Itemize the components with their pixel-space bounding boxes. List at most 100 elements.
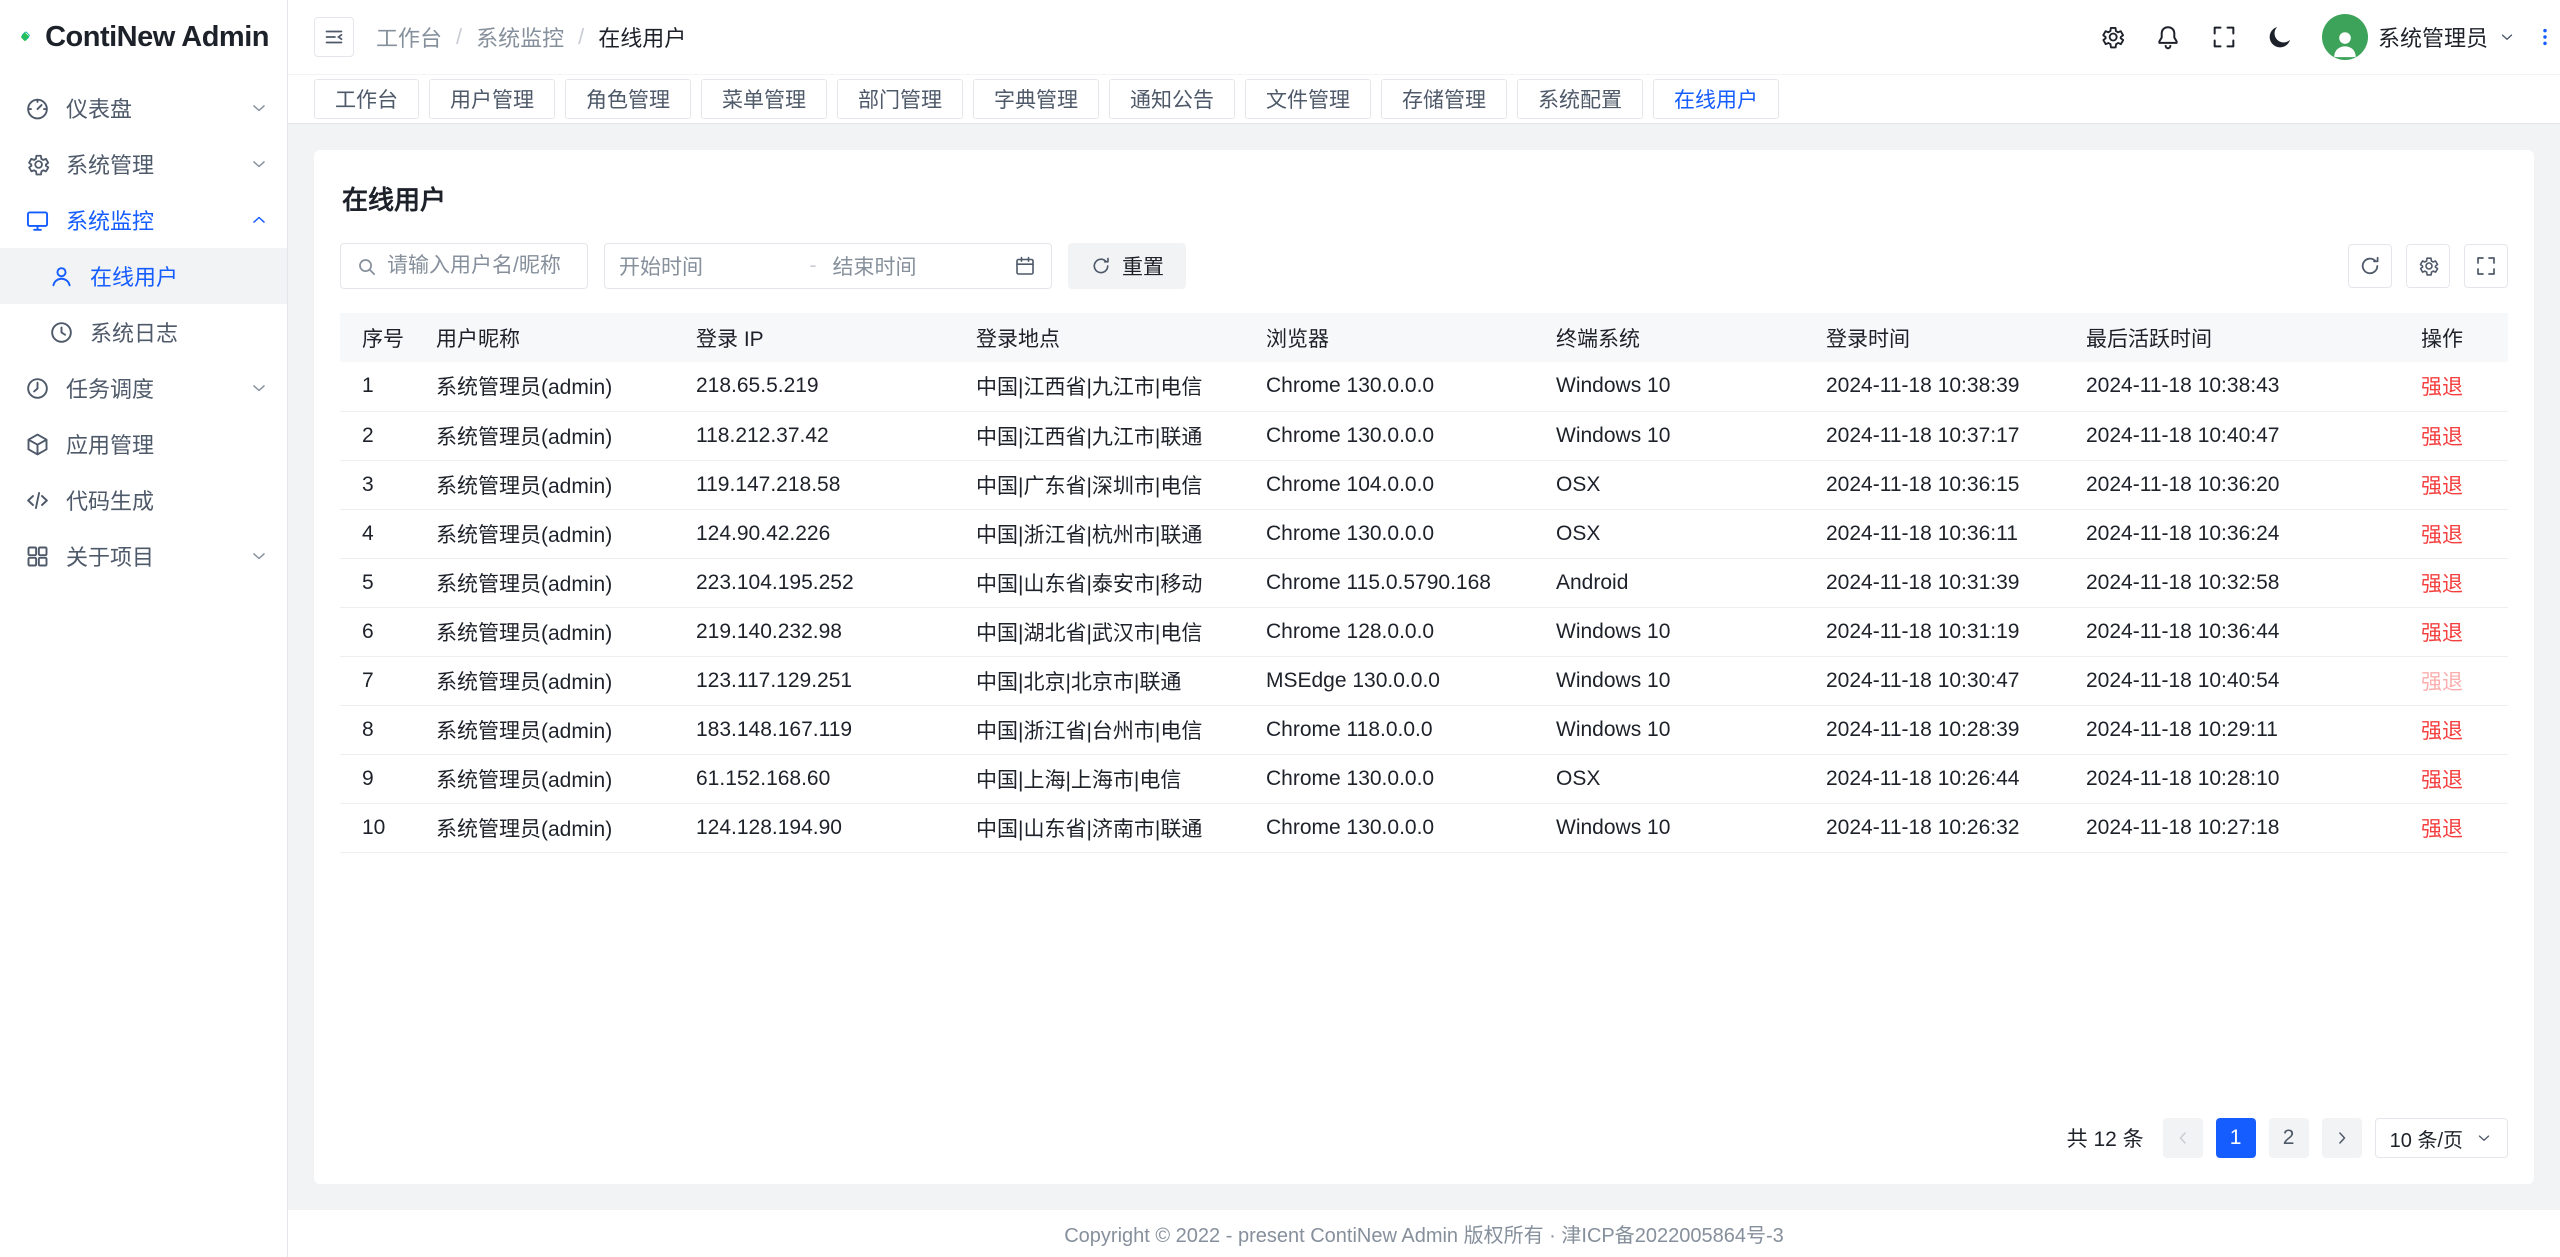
gear-icon[interactable] xyxy=(2098,23,2126,51)
cell-index: 10 xyxy=(340,803,420,852)
refresh-table-button[interactable] xyxy=(2348,244,2392,288)
prev-page-button[interactable] xyxy=(2163,1118,2203,1158)
sidebar-item-app-management[interactable]: 应用管理 xyxy=(0,416,287,472)
force-logout-link[interactable]: 强退 xyxy=(2421,426,2463,449)
more-vertical-icon[interactable] xyxy=(2534,24,2556,50)
cell-location: 中国|山东省|济南市|联通 xyxy=(960,803,1250,852)
cell-nickname: 系统管理员(admin) xyxy=(420,607,680,656)
sidebar-item-system-management[interactable]: 系统管理 xyxy=(0,136,287,192)
user-icon xyxy=(48,263,75,290)
force-logout-link[interactable]: 强退 xyxy=(2421,720,2463,743)
table-body: 1系统管理员(admin)218.65.5.219中国|江西省|九江市|电信Ch… xyxy=(340,362,2508,852)
table-row: 4系统管理员(admin)124.90.42.226中国|浙江省|杭州市|联通C… xyxy=(340,509,2508,558)
table-row: 8系统管理员(admin)183.148.167.119中国|浙江省|台州市|电… xyxy=(340,705,2508,754)
person-icon xyxy=(2328,26,2362,60)
tab-4[interactable]: 菜单管理 xyxy=(701,79,827,119)
user-menu[interactable]: 系统管理员 xyxy=(2322,14,2516,60)
cell-last_active: 2024-11-18 10:36:44 xyxy=(2070,607,2405,656)
cell-login_time: 2024-11-18 10:31:19 xyxy=(1810,607,2070,656)
next-page-button[interactable] xyxy=(2322,1118,2362,1158)
force-logout-link[interactable]: 强退 xyxy=(2421,818,2463,841)
sidebar-item-system-logs[interactable]: 系统日志 xyxy=(0,304,287,360)
breadcrumb-separator: / xyxy=(578,24,584,50)
content: 在线用户 开始时间 - 结束时间 重置 xyxy=(288,124,2560,1210)
cell-last_active: 2024-11-18 10:36:20 xyxy=(2070,460,2405,509)
grid-icon xyxy=(24,543,51,570)
date-separator: - xyxy=(800,254,827,278)
tab-9[interactable]: 存储管理 xyxy=(1381,79,1507,119)
cell-os: OSX xyxy=(1540,754,1810,803)
force-logout-link[interactable]: 强退 xyxy=(2421,622,2463,645)
table-row: 2系统管理员(admin)118.212.37.42中国|江西省|九江市|联通C… xyxy=(340,411,2508,460)
cell-location: 中国|上海|上海市|电信 xyxy=(960,754,1250,803)
tab-11[interactable]: 在线用户 xyxy=(1653,79,1779,119)
sidebar-item-dashboard[interactable]: 仪表盘 xyxy=(0,80,287,136)
expand-table-button[interactable] xyxy=(2464,244,2508,288)
page-number-buttons: 12 xyxy=(2216,1118,2309,1158)
tab-2[interactable]: 用户管理 xyxy=(429,79,555,119)
pagination: 共 12 条 12 10 条/页 xyxy=(340,1098,2508,1158)
main-area: 工作台 / 系统监控 / 在线用户 系统管理员 xyxy=(288,0,2560,1257)
monitor-icon xyxy=(24,207,51,234)
cell-os: Windows 10 xyxy=(1540,656,1810,705)
sidebar-item-code-generation[interactable]: 代码生成 xyxy=(0,472,287,528)
tab-8[interactable]: 文件管理 xyxy=(1245,79,1371,119)
chevron-left-icon xyxy=(2173,1128,2193,1148)
sidebar-item-about-project[interactable]: 关于项目 xyxy=(0,528,287,584)
page-button-1[interactable]: 1 xyxy=(2216,1118,2256,1158)
date-start-placeholder: 开始时间 xyxy=(619,251,800,281)
cell-browser: Chrome 130.0.0.0 xyxy=(1250,803,1540,852)
column-header: 终端系统 xyxy=(1540,313,1810,362)
cell-browser: MSEdge 130.0.0.0 xyxy=(1250,656,1540,705)
date-range-picker[interactable]: 开始时间 - 结束时间 xyxy=(604,243,1052,289)
chevron-down-icon xyxy=(2475,1129,2493,1147)
tab-5[interactable]: 部门管理 xyxy=(837,79,963,119)
app-window: ContiNew Admin 仪表盘 系统管理 系统监控 在线用户 xyxy=(0,0,2560,1257)
search-input[interactable] xyxy=(387,254,573,278)
cell-last_active: 2024-11-18 10:32:58 xyxy=(2070,558,2405,607)
cell-index: 8 xyxy=(340,705,420,754)
column-settings-button[interactable] xyxy=(2406,244,2450,288)
cell-ip: 183.148.167.119 xyxy=(680,705,960,754)
user-name: 系统管理员 xyxy=(2378,21,2488,53)
cell-nickname: 系统管理员(admin) xyxy=(420,705,680,754)
breadcrumb-item[interactable]: 工作台 xyxy=(376,21,442,53)
breadcrumb-item[interactable]: 系统监控 xyxy=(476,21,564,53)
tab-1[interactable]: 工作台 xyxy=(314,79,419,119)
cell-os: OSX xyxy=(1540,460,1810,509)
clock-icon xyxy=(24,375,51,402)
cell-os: OSX xyxy=(1540,509,1810,558)
fullscreen-icon[interactable] xyxy=(2210,23,2238,51)
cell-index: 7 xyxy=(340,656,420,705)
sidebar-item-task-scheduling[interactable]: 任务调度 xyxy=(0,360,287,416)
cell-nickname: 系统管理员(admin) xyxy=(420,362,680,411)
cell-last_active: 2024-11-18 10:38:43 xyxy=(2070,362,2405,411)
tab-10[interactable]: 系统配置 xyxy=(1517,79,1643,119)
force-logout-link[interactable]: 强退 xyxy=(2421,573,2463,596)
logo[interactable]: ContiNew Admin xyxy=(0,0,287,74)
sidebar-item-system-monitor[interactable]: 系统监控 xyxy=(0,192,287,248)
bell-icon[interactable] xyxy=(2154,23,2182,51)
collapse-sidebar-button[interactable] xyxy=(314,17,354,57)
table-header-row: 序号用户昵称登录 IP登录地点浏览器终端系统登录时间最后活跃时间操作 xyxy=(340,313,2508,362)
force-logout-link[interactable]: 强退 xyxy=(2421,524,2463,547)
total-count: 共 12 条 xyxy=(2067,1123,2144,1153)
cell-ip: 124.90.42.226 xyxy=(680,509,960,558)
tab-7[interactable]: 通知公告 xyxy=(1109,79,1235,119)
cell-browser: Chrome 115.0.5790.168 xyxy=(1250,558,1540,607)
tab-6[interactable]: 字典管理 xyxy=(973,79,1099,119)
force-logout-link[interactable]: 强退 xyxy=(2421,376,2463,399)
tab-3[interactable]: 角色管理 xyxy=(565,79,691,119)
reset-button[interactable]: 重置 xyxy=(1068,243,1186,289)
cell-login_time: 2024-11-18 10:36:11 xyxy=(1810,509,2070,558)
force-logout-link[interactable]: 强退 xyxy=(2421,769,2463,792)
cell-browser: Chrome 118.0.0.0 xyxy=(1250,705,1540,754)
page-button-2[interactable]: 2 xyxy=(2269,1118,2309,1158)
sidebar-item-online-users[interactable]: 在线用户 xyxy=(0,248,287,304)
moon-icon[interactable] xyxy=(2266,23,2294,51)
force-logout-link[interactable]: 强退 xyxy=(2421,671,2463,694)
chevron-right-icon xyxy=(2332,1128,2352,1148)
breadcrumb-separator: / xyxy=(456,24,462,50)
page-size-select[interactable]: 10 条/页 xyxy=(2375,1118,2508,1158)
force-logout-link[interactable]: 强退 xyxy=(2421,475,2463,498)
